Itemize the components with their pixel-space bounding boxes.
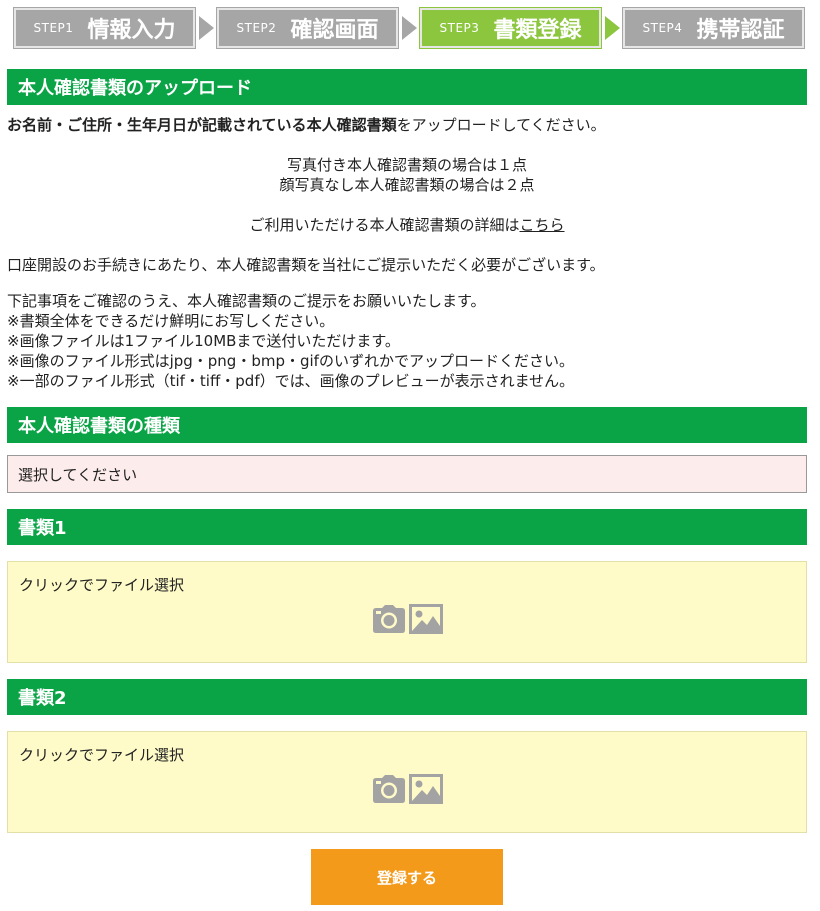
note-line: ※画像ファイルは1ファイル10MBまで送付いただけます。 bbox=[7, 332, 400, 350]
upload-section-title: 本人確認書類のアップロード bbox=[7, 69, 807, 105]
camera-icon bbox=[373, 605, 405, 633]
doc-type-section-title: 本人確認書類の種類 bbox=[7, 407, 807, 443]
step-arrow-icon bbox=[199, 16, 214, 40]
note-line: ※書類全体をできるだけ鮮明にお写しください。 bbox=[7, 312, 335, 330]
photo-two-text: 顔写真なし本人確認書類の場合は２点 bbox=[279, 176, 535, 194]
image-icon bbox=[409, 604, 443, 634]
step-4: STEP4 携帯認証 bbox=[622, 7, 805, 49]
bold-text: 本人確認書類 bbox=[306, 116, 397, 134]
instruction-text: をアップロードしてください。 bbox=[396, 116, 606, 134]
doc1-upload-prompt: クリックでファイル選択 bbox=[19, 576, 185, 594]
note-line: 下記事項をご確認のうえ、本人確認書類のご提示をお願いいたします。 bbox=[7, 292, 486, 310]
step-2-number: STEP2 bbox=[236, 21, 277, 35]
doc-type-select[interactable]: 選択してください bbox=[7, 455, 807, 493]
details-link[interactable]: こちら bbox=[520, 216, 565, 234]
doc1-upload-icons bbox=[372, 604, 443, 634]
step-progress-bar: STEP1 情報入力 STEP2 確認画面 STEP3 書類登録 STEP4 携… bbox=[13, 7, 805, 49]
step-3-number: STEP3 bbox=[439, 21, 480, 35]
note-line: ※一部のファイル形式（tif・tiff・pdf）では、画像のプレビューが表示され… bbox=[7, 372, 575, 390]
photo-one-text: 写真付き本人確認書類の場合は１点 bbox=[286, 156, 527, 174]
register-button[interactable]: 登録する bbox=[311, 849, 503, 905]
note-line: ※画像のファイル形式はjpg・png・bmp・gifのいずれかでアップロードくだ… bbox=[7, 352, 574, 370]
doc1-file-upload[interactable]: クリックでファイル選択 bbox=[7, 561, 807, 663]
details-text: ご利用いただける本人確認書類の詳細は bbox=[249, 216, 520, 234]
step-1-name: 情報入力 bbox=[87, 18, 176, 43]
doc2-upload-icons bbox=[372, 774, 443, 804]
step-4-number: STEP4 bbox=[642, 21, 683, 35]
image-icon bbox=[409, 774, 443, 804]
step-3-current: STEP3 書類登録 bbox=[419, 7, 602, 49]
step-2-name: 確認画面 bbox=[290, 18, 379, 43]
upload-instructions: お名前・ご住所・生年月日が記載されている本人確認書類をアップロードしてください。… bbox=[7, 115, 807, 391]
step-arrow-icon bbox=[402, 16, 417, 40]
doc2-section-title: 書類2 bbox=[7, 679, 807, 715]
need-text: 口座開設のお手続きにあたり、本人確認書類を当社にご提示いただく必要がございます。 bbox=[7, 256, 605, 274]
doc1-section-title: 書類1 bbox=[7, 509, 807, 545]
doc2-upload-prompt: クリックでファイル選択 bbox=[19, 746, 185, 764]
doc-type-selected-value: 選択してください bbox=[18, 465, 138, 484]
step-3-name: 書類登録 bbox=[493, 18, 582, 43]
step-1: STEP1 情報入力 bbox=[13, 7, 196, 49]
instruction-line: お名前・ご住所・生年月日が記載されている本人確認書類をアップロードしてください。 bbox=[7, 115, 807, 135]
camera-icon bbox=[373, 775, 405, 803]
step-1-number: STEP1 bbox=[33, 21, 74, 35]
doc2-file-upload[interactable]: クリックでファイル選択 bbox=[7, 731, 807, 833]
details-line: ご利用いただける本人確認書類の詳細はこちら bbox=[7, 215, 807, 235]
bold-text: お名前・ご住所・生年月日が記載されている bbox=[7, 116, 307, 134]
step-2: STEP2 確認画面 bbox=[216, 7, 399, 49]
step-4-name: 携帯認証 bbox=[696, 18, 785, 43]
step-arrow-icon bbox=[605, 16, 620, 40]
